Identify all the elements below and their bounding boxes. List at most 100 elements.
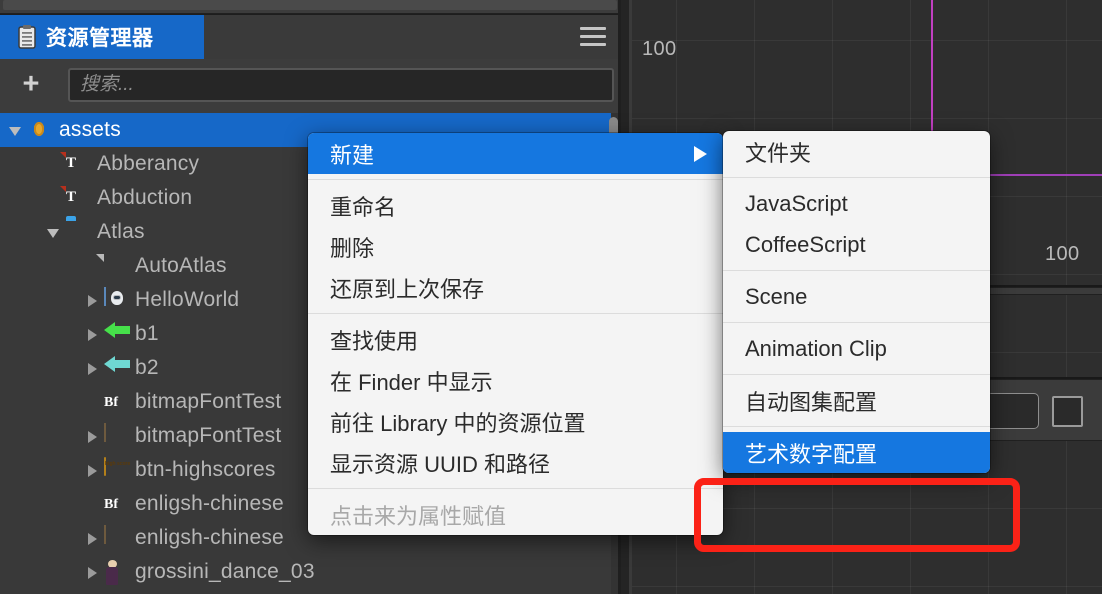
pill-sprite-icon	[104, 457, 128, 482]
menu-item-label: Animation Clip	[745, 335, 887, 361]
font-strip-icon-glyph	[104, 525, 106, 544]
menu-item-label: 显示资源 UUID 和路径	[330, 451, 551, 477]
chevron-closed-icon[interactable]	[84, 326, 100, 342]
menu-item-label: 新建	[330, 142, 375, 168]
chevron-closed-icon[interactable]	[84, 428, 100, 444]
bitmap-font-icon	[104, 390, 128, 414]
menu-item-还原到上次保存[interactable]: 还原到上次保存	[308, 267, 723, 308]
menu-item-前往 Library 中的资源位置[interactable]: 前往 Library 中的资源位置	[308, 401, 723, 442]
text-asset-icon	[66, 186, 90, 210]
tree-item-label: bitmapFontTest	[135, 424, 282, 447]
document-icon	[104, 254, 128, 278]
panel-top-strip-inner	[3, 0, 617, 10]
submenu-item-自动图集配置[interactable]: 自动图集配置	[723, 380, 990, 421]
tree-item-label: enligsh-chinese	[135, 526, 284, 549]
twisty-placeholder	[84, 496, 100, 512]
tree-item-label: Atlas	[97, 220, 145, 243]
menu-separator	[308, 313, 723, 314]
tree-item-label: bitmapFontTest	[135, 390, 282, 413]
folder-yellow-icon	[28, 118, 52, 142]
bitmap-font-icon	[104, 492, 128, 516]
font-strip-icon-glyph	[104, 423, 106, 442]
menu-item-label: 文件夹	[745, 140, 812, 166]
chevron-open-icon[interactable]	[46, 224, 62, 240]
context-submenu-new[interactable]: 文件夹 JavaScript CoffeeScript Scene Animation …	[723, 131, 990, 473]
add-asset-button[interactable]: +	[15, 70, 47, 99]
tab-label: 资源管理器	[46, 27, 154, 50]
sprite-icon	[104, 287, 128, 312]
app-window: 100 100 资源管理器 + 搜索... assets Abberancy A…	[0, 0, 1102, 594]
submenu-item-艺术数字配置[interactable]: 艺术数字配置	[723, 432, 990, 473]
sprite-icon-glyph	[104, 287, 106, 306]
menu-item-显示资源 UUID 和路径[interactable]: 显示资源 UUID 和路径	[308, 442, 723, 483]
submenu-item-文件夹[interactable]: 文件夹	[723, 131, 990, 172]
twisty-placeholder	[46, 190, 62, 206]
menu-item-label: JavaScript	[745, 190, 848, 216]
chevron-closed-icon[interactable]	[84, 360, 100, 376]
font-strip-icon	[104, 423, 128, 448]
menu-separator	[723, 177, 990, 178]
menu-item-label: CoffeeScript	[745, 231, 866, 257]
person-sprite-icon	[104, 560, 128, 584]
tree-item-label: b2	[135, 356, 159, 379]
submenu-item-Scene[interactable]: Scene	[723, 276, 990, 317]
menu-separator	[308, 179, 723, 180]
panel-tabbar: 资源管理器	[0, 14, 621, 60]
arrow-cyan-icon	[104, 356, 128, 380]
twisty-placeholder	[84, 394, 100, 410]
tree-item-grossini-dance-03[interactable]: grossini_dance_03	[0, 555, 621, 589]
inspector-color-swatch[interactable]	[1052, 396, 1083, 427]
submenu-arrow-icon	[694, 146, 707, 162]
menu-item-删除[interactable]: 删除	[308, 226, 723, 267]
menu-item-label: 艺术数字配置	[745, 441, 878, 467]
hamburger-icon[interactable]	[580, 27, 606, 47]
tree-item-label: HelloWorld	[135, 288, 240, 311]
tree-item-label: enligsh-chinese	[135, 492, 284, 515]
pill-sprite-icon-glyph	[104, 457, 106, 476]
context-menu[interactable]: 新建重命名删除还原到上次保存查找使用在 Finder 中显示前往 Library…	[308, 133, 723, 535]
tree-item-label: assets	[59, 118, 121, 141]
tree-item-label: Abduction	[97, 186, 193, 209]
clipboard-icon	[18, 25, 36, 49]
font-strip-icon	[104, 525, 128, 550]
menu-item-新建[interactable]: 新建	[308, 133, 723, 174]
chevron-closed-icon[interactable]	[84, 462, 100, 478]
tab-assets-explorer[interactable]: 资源管理器	[0, 15, 204, 59]
tree-item-label: btn-highscores	[135, 458, 276, 481]
text-asset-icon	[66, 152, 90, 176]
menu-item-label: 前往 Library 中的资源位置	[330, 410, 586, 436]
chevron-closed-icon[interactable]	[84, 530, 100, 546]
submenu-item-CoffeeScript[interactable]: CoffeeScript	[723, 224, 990, 265]
chevron-open-icon[interactable]	[8, 122, 24, 138]
guide-line-horizontal	[990, 174, 1102, 176]
arrow-green-icon	[104, 322, 128, 346]
menu-item-查找使用[interactable]: 查找使用	[308, 319, 723, 360]
menu-item-label: 还原到上次保存	[330, 276, 485, 302]
search-toolbar: +	[0, 59, 621, 112]
menu-separator	[723, 322, 990, 323]
search-input[interactable]	[68, 68, 614, 102]
menu-separator	[723, 426, 990, 427]
menu-item-label: 自动图集配置	[745, 389, 878, 415]
chevron-closed-icon[interactable]	[84, 564, 100, 580]
menu-item-点击来为属性赋值: 点击来为属性赋值	[308, 494, 723, 535]
tree-item-label: Abberancy	[97, 152, 200, 175]
menu-item-label: Scene	[745, 283, 808, 309]
menu-separator	[723, 374, 990, 375]
chevron-closed-icon[interactable]	[84, 292, 100, 308]
panel-top-strip	[0, 0, 621, 14]
submenu-item-JavaScript[interactable]: JavaScript	[723, 183, 990, 224]
menu-item-label: 在 Finder 中显示	[330, 369, 493, 395]
menu-separator	[308, 488, 723, 489]
menu-item-label: 重命名	[330, 194, 397, 220]
submenu-item-Animation Clip[interactable]: Animation Clip	[723, 328, 990, 369]
menu-item-label: 点击来为属性赋值	[330, 503, 507, 529]
tree-item-label: b1	[135, 322, 159, 345]
menu-item-label: 删除	[330, 235, 375, 261]
twisty-placeholder	[46, 156, 62, 172]
tree-item-label: AutoAtlas	[135, 254, 227, 277]
folder-blue-icon	[66, 220, 90, 244]
menu-item-在 Finder 中显示[interactable]: 在 Finder 中显示	[308, 360, 723, 401]
scene-ruler-label-right: 100	[1045, 243, 1080, 265]
menu-item-重命名[interactable]: 重命名	[308, 185, 723, 226]
